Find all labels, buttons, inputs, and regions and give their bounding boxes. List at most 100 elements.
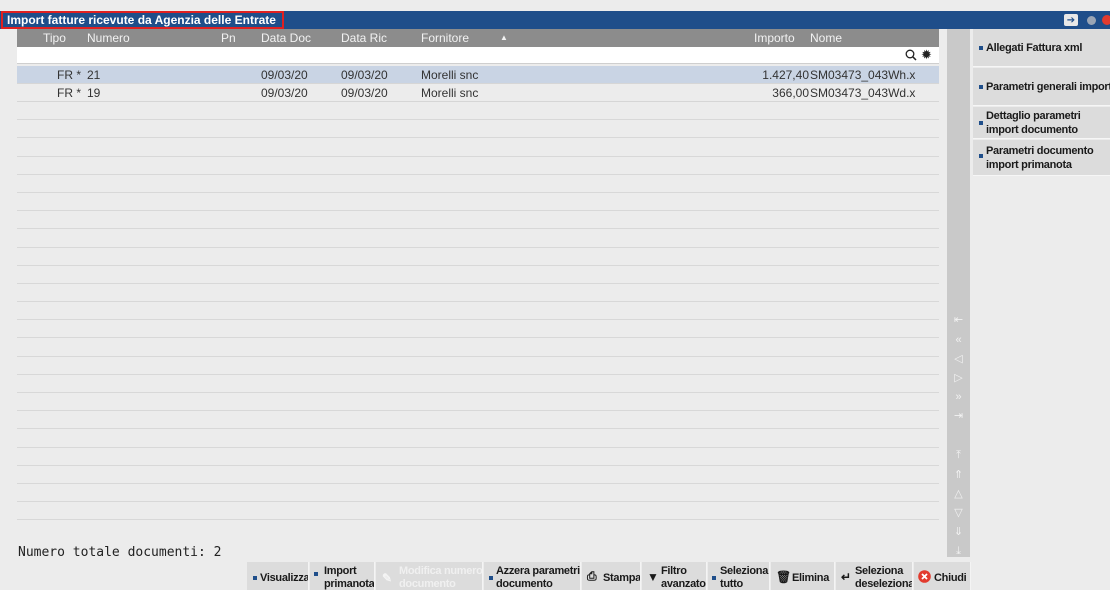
scroll-page-up-icon[interactable]: ⇑	[952, 469, 965, 482]
cell-importo: 1.427,40	[762, 68, 809, 82]
scroll-page-down-icon[interactable]: ⇓	[952, 526, 965, 539]
azzera-parametri-documento-button[interactable]: Azzera parametri documento	[484, 562, 581, 590]
button-label: Filtro	[661, 565, 687, 577]
table-row[interactable]: FR * 21 09/03/20 09/03/20 Morelli snc 1.…	[17, 66, 939, 84]
cell-numero: 19	[87, 86, 101, 100]
button-label: deseleziona	[855, 578, 913, 590]
empty-row	[17, 375, 939, 393]
empty-row	[17, 502, 939, 521]
filtro-avanzato-button[interactable]: ▼ Filtro avanzato	[642, 562, 707, 590]
button-label: Parametri documento	[986, 145, 1094, 157]
empty-row	[17, 338, 939, 357]
button-label: tutto	[720, 578, 743, 590]
filter-row[interactable]: ✹	[17, 47, 939, 64]
import-primanota-button[interactable]: Import primanota	[310, 562, 375, 590]
pin-icon[interactable]: ➔	[1064, 14, 1078, 26]
seleziona-tutto-button[interactable]: Seleziona tutto	[708, 562, 770, 590]
bullet-icon	[979, 46, 983, 50]
dettaglio-parametri-button[interactable]: Dettaglio parametri import documento	[973, 107, 1110, 139]
scroll-up-icon[interactable]: △	[952, 488, 965, 501]
close-icon[interactable]	[1100, 14, 1110, 26]
empty-row	[17, 120, 939, 139]
cell-numero: 21	[87, 68, 101, 82]
cell-data-ric: 09/03/20	[341, 86, 388, 100]
bullet-icon	[979, 121, 983, 125]
empty-row	[17, 448, 939, 466]
empty-row	[17, 138, 939, 157]
cell-tipo: FR *	[57, 68, 81, 82]
modifica-numero-documento-button[interactable]: ✎ Modifica numero documento	[376, 562, 483, 590]
visualizza-button[interactable]: Visualizza	[247, 562, 309, 590]
col-header-numero[interactable]: Numero	[87, 29, 130, 47]
grid-navigation-bar: ⇤ « ◁ ▷ » ⇥ ⤒ ⇑ △ ▽ ⇓ ⤓	[947, 29, 970, 557]
allegati-fattura-xml-button[interactable]: Allegati Fattura xml	[973, 29, 1110, 67]
button-label: documento	[496, 578, 553, 590]
trash-icon: 🗑	[776, 570, 791, 584]
cell-fornitore: Morelli snc	[421, 68, 479, 82]
elimina-button[interactable]: 🗑 Elimina	[771, 562, 835, 590]
return-icon: ↵	[841, 570, 851, 584]
table-row[interactable]: FR * 19 09/03/20 09/03/20 Morelli snc 36…	[17, 84, 939, 102]
col-header-tipo[interactable]: Tipo	[43, 29, 66, 47]
cell-fornitore: Morelli snc	[421, 86, 479, 100]
empty-row	[17, 393, 939, 412]
col-header-data-doc[interactable]: Data Doc	[261, 29, 311, 47]
prev-icon[interactable]: ◁	[952, 353, 965, 366]
empty-row	[17, 302, 939, 321]
parametri-documento-button[interactable]: Parametri documento import primanota	[973, 140, 1110, 176]
next-page-icon[interactable]: »	[952, 391, 965, 404]
col-header-importo[interactable]: Importo	[754, 29, 795, 47]
seleziona-deseleziona-button[interactable]: ↵ Seleziona deseleziona	[836, 562, 913, 590]
button-label: Elimina	[792, 572, 830, 584]
side-actions: Allegati Fattura xml Parametri generali …	[973, 29, 1110, 590]
bullet-icon	[489, 576, 493, 580]
import-window: Import fatture ricevute da Agenzia delle…	[0, 0, 1110, 590]
empty-row	[17, 102, 939, 121]
parametri-generali-import-button[interactable]: Parametri generali import	[973, 68, 1110, 106]
cell-data-ric: 09/03/20	[341, 68, 388, 82]
empty-row	[17, 229, 939, 248]
button-label: Stampa	[603, 572, 641, 584]
cell-data-doc: 09/03/20	[261, 86, 308, 100]
window-title: Import fatture ricevute da Agenzia delle…	[1, 11, 284, 29]
title-bar: Import fatture ricevute da Agenzia delle…	[0, 11, 1110, 29]
printer-icon: ⎙	[587, 569, 597, 583]
button-label: Seleziona	[720, 565, 769, 577]
search-icon[interactable]	[905, 49, 917, 61]
filter-icon: ▼	[647, 570, 659, 584]
empty-row	[17, 357, 939, 375]
prev-page-icon[interactable]: «	[952, 334, 965, 347]
button-label: Parametri generali import	[986, 81, 1110, 93]
empty-row	[17, 411, 939, 430]
empty-row	[17, 266, 939, 284]
empty-row	[17, 320, 939, 339]
col-header-data-ric[interactable]: Data Ric	[341, 29, 387, 47]
button-label: primanota	[324, 578, 375, 590]
chiudi-button[interactable]: Chiudi	[914, 562, 971, 590]
pencil-icon: ✎	[382, 571, 392, 585]
empty-row	[17, 211, 939, 230]
total-documents: Numero totale documenti: 2	[18, 545, 222, 560]
scroll-bottom-icon[interactable]: ⤓	[952, 545, 965, 558]
scroll-top-icon[interactable]: ⤒	[952, 449, 965, 462]
bottom-toolbar: Visualizza Import primanota ✎ Modifica n…	[247, 562, 971, 590]
close-circle-icon	[918, 570, 931, 583]
minimize-dot-icon[interactable]	[1084, 14, 1098, 26]
first-page-icon[interactable]: ⇤	[952, 314, 965, 327]
button-label: Visualizza	[260, 572, 309, 584]
button-label: Modifica numero	[399, 565, 483, 577]
next-icon[interactable]: ▷	[952, 372, 965, 385]
documents-grid: Tipo Numero Pn Data Doc Data Ric Fornito…	[17, 29, 939, 556]
cell-data-doc: 09/03/20	[261, 68, 308, 82]
grid-rows: FR * 21 09/03/20 09/03/20 Morelli snc 1.…	[17, 66, 939, 521]
scroll-down-icon[interactable]: ▽	[952, 507, 965, 520]
col-header-fornitore[interactable]: Fornitore	[421, 29, 469, 47]
last-page-icon[interactable]: ⇥	[952, 410, 965, 423]
empty-row	[17, 484, 939, 503]
stampa-button[interactable]: ⎙ Stampa	[582, 562, 641, 590]
empty-row	[17, 248, 939, 266]
col-header-nome[interactable]: Nome	[810, 29, 842, 47]
col-header-pn[interactable]: Pn	[221, 29, 236, 47]
button-label: Allegati Fattura xml	[986, 42, 1083, 54]
gear-icon[interactable]: ✹	[921, 48, 932, 62]
